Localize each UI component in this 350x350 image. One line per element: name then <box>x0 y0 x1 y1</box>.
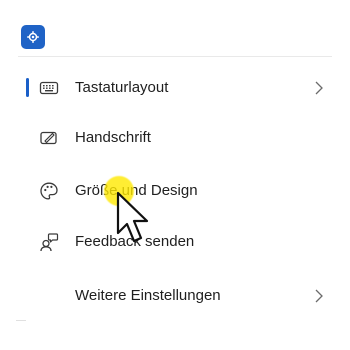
feedback-person-icon <box>39 232 59 252</box>
selected-indicator <box>26 78 29 97</box>
menu-item-label: Weitere Einstellungen <box>75 287 221 304</box>
bottom-divider <box>16 320 26 321</box>
menu-item-handwriting[interactable]: Handschrift <box>0 120 350 156</box>
keyboard-icon <box>39 78 59 98</box>
mouse-pointer-icon <box>116 191 149 243</box>
menu-item-send-feedback[interactable]: Feedback senden <box>0 224 350 260</box>
menu-item-size-and-design[interactable]: Größe und Design <box>0 173 350 209</box>
menu-item-keyboard-layout[interactable]: Tastaturlayout <box>0 70 350 106</box>
chevron-right-icon <box>315 289 323 303</box>
settings-gear-icon[interactable] <box>21 25 45 49</box>
menu-item-label: Handschrift <box>75 129 151 146</box>
palette-icon <box>39 181 59 201</box>
menu-item-label: Tastaturlayout <box>75 79 169 96</box>
chevron-right-icon <box>315 81 323 95</box>
settings-menu-panel: Tastaturlayout Handschrift Größe und Des… <box>0 0 350 350</box>
header-divider <box>18 56 332 57</box>
pen-icon <box>39 128 59 148</box>
menu-item-more-settings[interactable]: Weitere Einstellungen <box>0 278 350 314</box>
